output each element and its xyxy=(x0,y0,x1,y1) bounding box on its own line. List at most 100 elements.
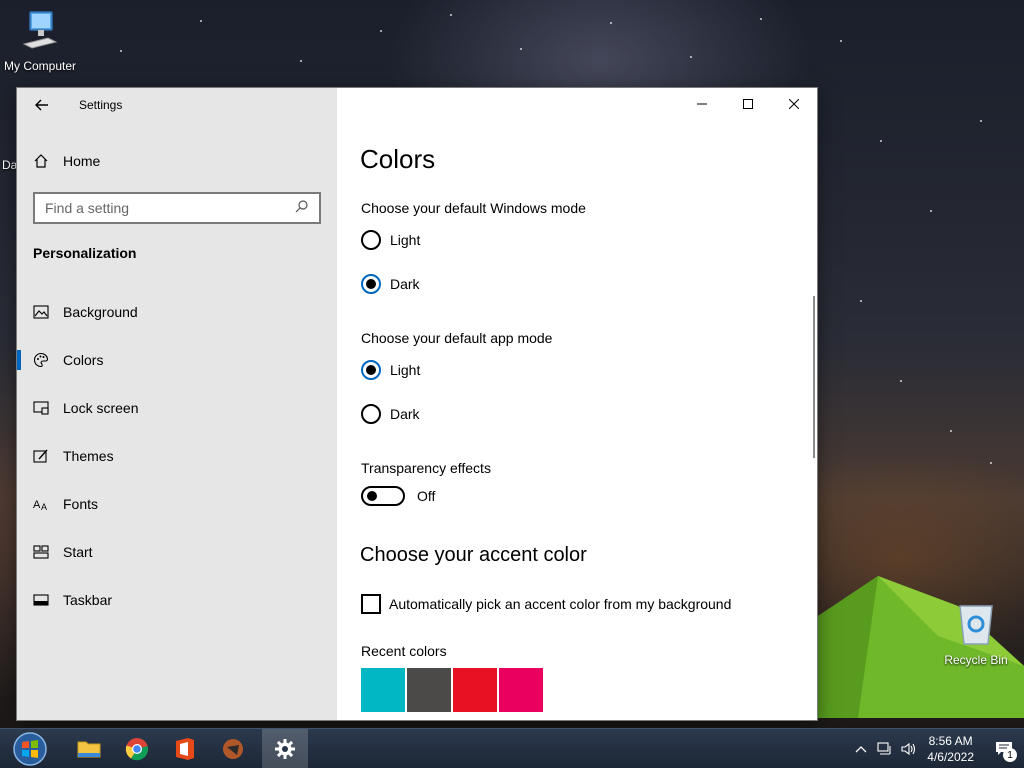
computer-icon xyxy=(0,8,80,55)
start-button[interactable] xyxy=(8,731,52,767)
taskbar-app-other[interactable] xyxy=(210,729,256,768)
sidebar-item-label: Fonts xyxy=(63,496,99,512)
page-title: Colors xyxy=(360,144,436,174)
radio-button-checked[interactable] xyxy=(361,274,381,294)
content-pane: Colors Choose your default Windows mode … xyxy=(337,88,817,720)
taskbar-app-file-explorer[interactable] xyxy=(66,729,112,768)
app-mode-dark-option[interactable]: Dark xyxy=(361,404,420,424)
sidebar-item-label: Themes xyxy=(63,448,114,464)
sidebar-item-start[interactable]: Start xyxy=(17,528,337,576)
transparency-toggle-row[interactable]: Off xyxy=(361,486,435,506)
radio-button[interactable] xyxy=(361,230,381,250)
sidebar-item-taskbar[interactable]: Taskbar xyxy=(17,576,337,624)
start-grid-icon xyxy=(33,544,49,560)
file-explorer-icon xyxy=(77,741,101,758)
chrome-icon xyxy=(125,738,149,761)
taskbar-app-settings[interactable] xyxy=(262,729,308,768)
office-icon xyxy=(176,738,194,760)
taskbar-app-office[interactable] xyxy=(162,729,208,768)
chevron-up-icon xyxy=(855,746,867,753)
back-button[interactable] xyxy=(31,94,53,116)
sidebar-item-fonts[interactable]: AA Fonts xyxy=(17,480,337,528)
close-icon xyxy=(789,99,799,109)
minimize-button[interactable] xyxy=(679,88,725,120)
minimize-icon xyxy=(697,103,707,105)
clock-date: 4/6/2022 xyxy=(927,750,974,764)
network-button[interactable] xyxy=(873,729,897,768)
radio-label: Light xyxy=(390,232,421,248)
scrollbar-thumb[interactable] xyxy=(813,296,815,458)
recent-colors-label: Recent colors xyxy=(361,643,447,659)
close-button[interactable] xyxy=(771,88,817,120)
color-swatch[interactable] xyxy=(453,668,497,712)
sidebar-item-themes[interactable]: Themes xyxy=(17,432,337,480)
clock-time: 8:56 AM xyxy=(928,734,973,748)
taskbar-icon xyxy=(33,592,49,608)
tray-overflow-button[interactable] xyxy=(849,729,873,768)
radio-button-checked[interactable] xyxy=(361,360,381,380)
toggle-state-label: Off xyxy=(417,488,436,504)
network-icon xyxy=(877,742,891,755)
maximize-icon xyxy=(743,99,753,109)
sidebar: Settings Home Personalization Background xyxy=(17,88,337,720)
sidebar-item-label: Start xyxy=(63,544,93,560)
sidebar-item-label: Lock screen xyxy=(63,400,139,416)
color-swatch[interactable] xyxy=(361,668,405,712)
brush-icon xyxy=(33,448,49,464)
checkbox-label: Automatically pick an accent color from … xyxy=(389,596,732,612)
sidebar-nav: Background Colors Lock screen Themes A A… xyxy=(17,288,337,624)
radio-label: Dark xyxy=(390,276,420,292)
app-mode-light-option[interactable]: Light xyxy=(361,360,420,380)
sidebar-item-label: Home xyxy=(63,153,101,169)
maximize-button[interactable] xyxy=(725,88,771,120)
taskbar: 8:56 AM 4/6/2022 1 xyxy=(0,728,1024,768)
section-label: Personalization xyxy=(33,245,137,261)
accent-section-title: Choose your accent color xyxy=(360,544,587,566)
system-tray: 8:56 AM 4/6/2022 1 xyxy=(849,729,1024,768)
radio-label: Dark xyxy=(390,406,420,422)
taskbar-app-chrome[interactable] xyxy=(114,729,160,768)
window-controls xyxy=(679,88,817,120)
radio-button[interactable] xyxy=(361,404,381,424)
desktop-icon-label: Recycle Bin xyxy=(944,653,1008,667)
sidebar-item-colors[interactable]: Colors xyxy=(17,336,337,384)
sidebar-item-lock-screen[interactable]: Lock screen xyxy=(17,384,337,432)
picture-icon xyxy=(33,304,49,320)
volume-button[interactable] xyxy=(897,729,921,768)
palette-icon xyxy=(33,352,49,368)
sidebar-item-background[interactable]: Background xyxy=(17,288,337,336)
windows-mode-light-option[interactable]: Light xyxy=(361,230,420,250)
color-swatch[interactable] xyxy=(499,668,543,712)
window-title: Settings xyxy=(79,98,123,112)
search-icon xyxy=(295,199,309,218)
windows-mode-dark-option[interactable]: Dark xyxy=(361,274,420,294)
desktop-icon-my-computer[interactable]: My Computer xyxy=(0,8,80,73)
windows-mode-label: Choose your default Windows mode xyxy=(361,200,586,216)
sidebar-item-label: Colors xyxy=(63,352,104,368)
transparency-toggle[interactable] xyxy=(361,486,405,506)
desktop-icon-label: My Computer xyxy=(3,59,77,73)
desktop-icon-recycle-bin[interactable]: Recycle Bin xyxy=(936,602,1016,667)
settings-gear-icon xyxy=(275,739,295,759)
speaker-icon xyxy=(901,742,916,756)
lock-screen-icon xyxy=(33,400,49,416)
recycle-bin-icon xyxy=(936,602,1016,649)
sidebar-item-home[interactable]: Home xyxy=(33,148,100,174)
auto-accent-option[interactable]: Automatically pick an accent color from … xyxy=(361,594,731,614)
sidebar-item-label: Taskbar xyxy=(63,592,113,608)
home-icon xyxy=(33,153,49,169)
recent-colors xyxy=(361,668,543,712)
clock[interactable]: 8:56 AM 4/6/2022 xyxy=(921,733,984,765)
auto-accent-checkbox[interactable] xyxy=(361,594,381,614)
svg-text:A: A xyxy=(33,499,41,511)
action-center-button[interactable]: 1 xyxy=(984,729,1024,768)
windows-orb-icon xyxy=(13,732,47,766)
search-input[interactable] xyxy=(45,200,295,216)
radio-label: Light xyxy=(390,362,421,378)
fonts-icon: AA xyxy=(33,496,49,512)
notification-count-badge: 1 xyxy=(1003,748,1017,762)
desktop-partial-label: Da xyxy=(2,158,18,172)
settings-window: Settings Home Personalization Background xyxy=(17,88,817,720)
color-swatch[interactable] xyxy=(407,668,451,712)
search-box[interactable] xyxy=(33,192,321,224)
